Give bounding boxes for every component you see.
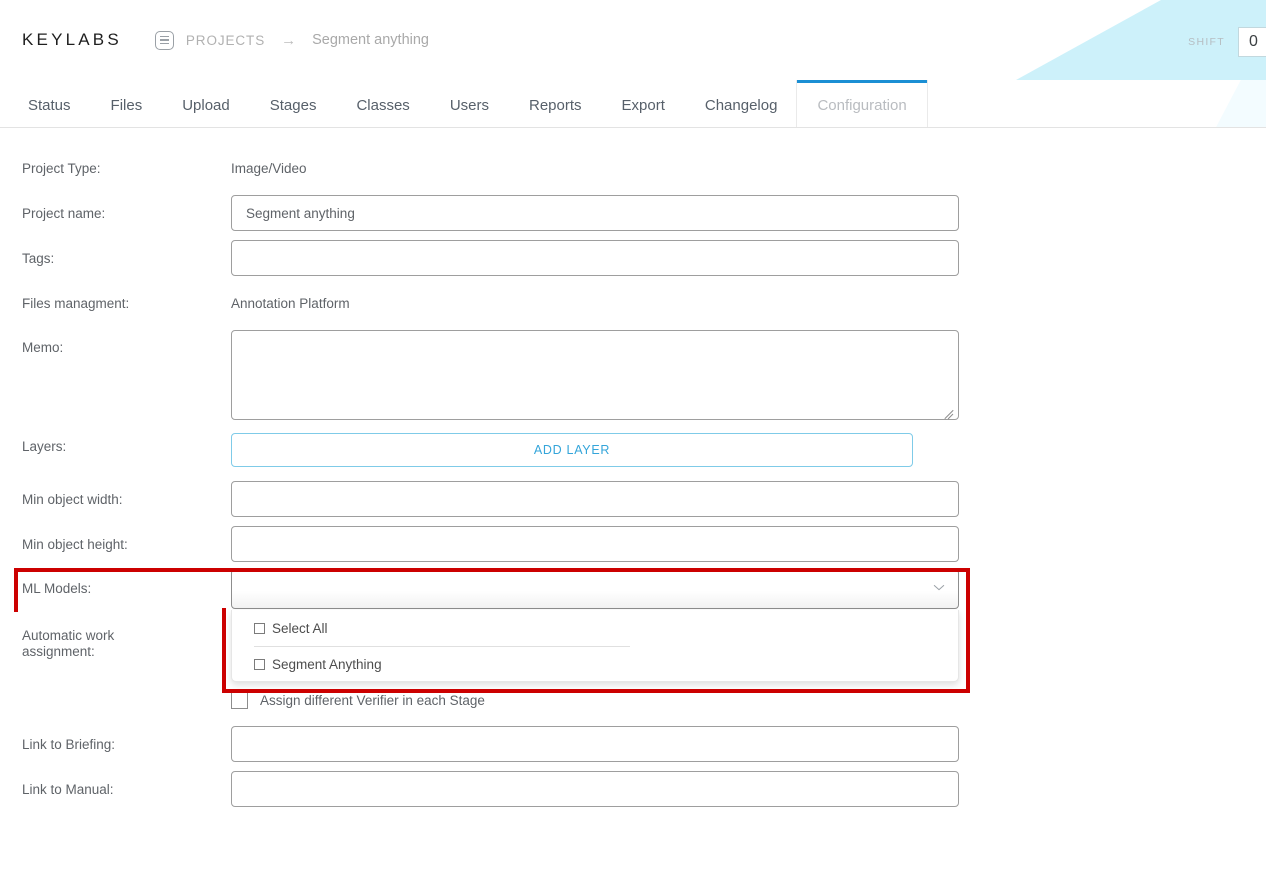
tab-reports[interactable]: Reports	[509, 80, 602, 127]
min-object-height-label: Min object height:	[22, 537, 217, 553]
select-all-label: Select All	[272, 621, 328, 636]
project-type-value: Image/Video	[231, 161, 307, 176]
list-icon[interactable]	[155, 31, 174, 50]
app-header: KEYLABS PROJECTS → Segment anything SHIF…	[0, 0, 1266, 80]
min-object-width-input[interactable]	[231, 481, 959, 517]
ml-models-option-segment-anything[interactable]: Segment Anything	[232, 646, 958, 682]
memo-textarea[interactable]	[231, 330, 959, 420]
tab-export[interactable]: Export	[602, 80, 685, 127]
assign-verifier-label: Assign different Verifier in each Stage	[260, 693, 485, 708]
shift-value-box[interactable]: 0	[1238, 27, 1266, 57]
layers-label: Layers:	[22, 439, 217, 455]
link-to-briefing-input[interactable]	[231, 726, 959, 762]
assign-verifier-checkbox[interactable]	[231, 692, 248, 709]
automatic-work-assignment-label-line2: assignment:	[22, 644, 95, 659]
shift-control: SHIFT 0	[1188, 27, 1266, 57]
breadcrumb-arrow-icon: →	[281, 32, 296, 49]
app-window: KEYLABS PROJECTS → Segment anything SHIF…	[0, 0, 1266, 888]
tags-label: Tags:	[22, 251, 217, 267]
min-object-width-label: Min object width:	[22, 492, 217, 508]
shift-label: SHIFT	[1188, 36, 1225, 48]
tab-stages[interactable]: Stages	[250, 80, 337, 127]
ml-models-dropdown-panel: Select All Segment Anything	[231, 610, 959, 682]
project-type-label: Project Type:	[22, 161, 217, 177]
breadcrumb: PROJECTS → Segment anything	[155, 31, 429, 50]
ml-models-label: ML Models:	[22, 581, 217, 597]
files-management-label: Files managment:	[22, 296, 217, 312]
tab-classes[interactable]: Classes	[336, 80, 429, 127]
breadcrumb-projects-link[interactable]: PROJECTS	[186, 33, 265, 48]
chevron-down-icon	[934, 585, 944, 595]
tab-bar: Status Files Upload Stages Classes Users…	[0, 80, 1266, 128]
add-layer-button[interactable]: ADD LAYER	[231, 433, 913, 467]
automatic-work-assignment-label: Automatic work assignment:	[22, 628, 217, 660]
link-to-manual-label: Link to Manual:	[22, 782, 217, 798]
tab-upload[interactable]: Upload	[162, 80, 250, 127]
project-name-input[interactable]	[231, 195, 959, 231]
memo-label: Memo:	[22, 340, 217, 356]
assign-verifier-row[interactable]: Assign different Verifier in each Stage	[231, 692, 485, 709]
project-name-label: Project name:	[22, 206, 217, 222]
tab-status[interactable]: Status	[8, 80, 91, 127]
link-to-manual-input[interactable]	[231, 771, 959, 807]
min-object-height-input[interactable]	[231, 526, 959, 562]
breadcrumb-current: Segment anything	[312, 32, 429, 48]
tab-files[interactable]: Files	[91, 80, 163, 127]
ml-models-option-select-all[interactable]: Select All	[232, 610, 958, 646]
segment-anything-checkbox[interactable]	[254, 659, 265, 670]
shift-value: 0	[1249, 33, 1258, 51]
link-to-briefing-label: Link to Briefing:	[22, 737, 217, 753]
automatic-work-assignment-label-line1: Automatic work	[22, 628, 114, 643]
tags-input[interactable]	[231, 240, 959, 276]
tab-changelog[interactable]: Changelog	[685, 80, 798, 127]
tab-configuration[interactable]: Configuration	[797, 80, 926, 127]
segment-anything-label: Segment Anything	[272, 657, 382, 672]
tab-users[interactable]: Users	[430, 80, 509, 127]
brand-logo[interactable]: KEYLABS	[22, 30, 122, 50]
ml-models-select[interactable]	[231, 569, 959, 609]
files-management-value: Annotation Platform	[231, 296, 350, 311]
select-all-checkbox[interactable]	[254, 623, 265, 634]
configuration-form: Project Type: Image/Video Project name: …	[0, 128, 1266, 888]
